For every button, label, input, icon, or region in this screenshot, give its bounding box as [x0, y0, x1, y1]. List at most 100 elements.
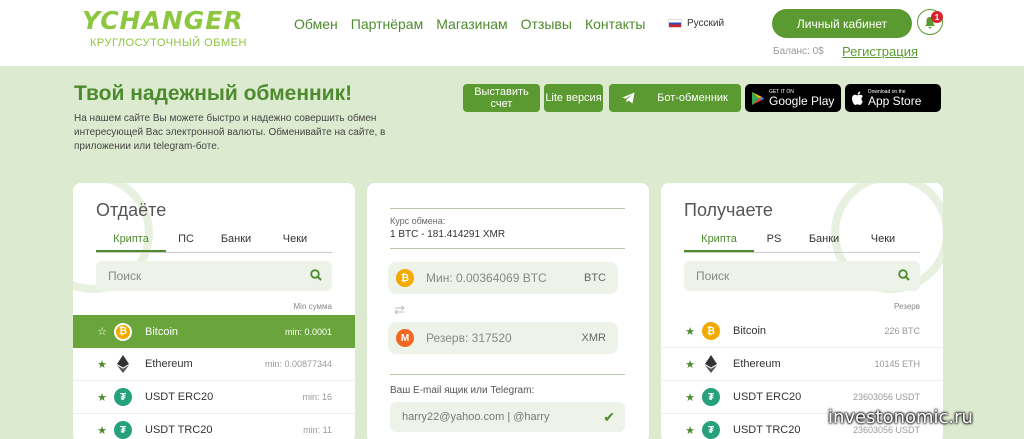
- coin-reserve: 226 BTC: [884, 326, 920, 336]
- language-selector[interactable]: Русский: [668, 18, 724, 29]
- get-amount-input[interactable]: M Резерв: 317520 XMR: [388, 322, 618, 354]
- coin-name: Ethereum: [733, 358, 781, 370]
- star-icon[interactable]: ★: [96, 424, 108, 437]
- balance-text: Баланс: 0$: [773, 46, 824, 57]
- ethereum-icon: [702, 355, 720, 373]
- give-column-head: Min сумма: [293, 302, 332, 311]
- coin-name: Bitcoin: [145, 325, 179, 338]
- swap-icon[interactable]: ⇄: [394, 302, 405, 318]
- give-tab-banks[interactable]: Банки: [206, 233, 266, 252]
- get-tab-banks[interactable]: Банки: [794, 233, 854, 252]
- lite-version-button[interactable]: Lite версия: [544, 84, 603, 112]
- give-title: Отдаёте: [96, 200, 167, 220]
- coin-min: min: 0.00877344: [264, 359, 332, 369]
- search-icon[interactable]: [898, 269, 910, 281]
- give-row-bitcoin[interactable]: ☆ ₿ Bitcoin min: 0.0001: [73, 315, 355, 348]
- give-tab-checks[interactable]: Чеки: [266, 233, 324, 252]
- bot-exchanger-label: Бот-обменник: [657, 92, 728, 104]
- personal-cabinet-button[interactable]: Личный кабинет: [772, 9, 912, 38]
- give-tabs: Крипта ПС Банки Чеки: [96, 233, 332, 253]
- app-store-big: App Store: [868, 93, 922, 108]
- ethereum-icon: [114, 355, 132, 373]
- get-tab-ps[interactable]: PS: [754, 233, 794, 252]
- nav-contacts[interactable]: Контакты: [585, 16, 645, 32]
- logo[interactable]: YCHANGER КРУГЛОСУТОЧНЫЙ ОБМЕН: [80, 6, 260, 52]
- get-row-bitcoin[interactable]: ★ ₿ Bitcoin 226 BTC: [661, 315, 943, 348]
- russia-flag-icon: [668, 19, 682, 28]
- get-tabs: Крипта PS Банки Чеки: [684, 233, 920, 253]
- give-tab-crypto[interactable]: Крипта: [96, 233, 166, 252]
- get-tab-crypto[interactable]: Крипта: [684, 233, 754, 252]
- google-play-button[interactable]: GET IT ON Google Play: [745, 84, 841, 112]
- monero-icon: M: [396, 329, 414, 347]
- get-currency: XMR: [581, 332, 606, 344]
- nav-shops[interactable]: Магазинам: [436, 16, 507, 32]
- rate-label: Курс обмена:: [390, 216, 446, 226]
- star-icon[interactable]: ★: [684, 391, 696, 404]
- nav-exchange[interactable]: Обмен: [294, 16, 338, 32]
- coin-name: USDT ERC20: [145, 391, 214, 403]
- apple-icon: [852, 91, 863, 105]
- divider: [390, 248, 625, 249]
- get-search-input[interactable]: Поиск: [684, 261, 920, 291]
- notification-badge: 1: [931, 11, 943, 23]
- app-store-button[interactable]: Download on the App Store: [845, 84, 941, 112]
- bot-exchanger-button[interactable]: Бот-обменник: [609, 84, 741, 112]
- coin-reserve: 23603056 USDT: [852, 392, 920, 402]
- coin-min: min: 0.0001: [284, 326, 332, 337]
- get-title: Получаете: [684, 200, 773, 220]
- star-icon[interactable]: ★: [684, 424, 696, 437]
- give-row-ethereum[interactable]: ★ Ethereum min: 0.00877344: [73, 348, 355, 381]
- give-search-placeholder: Поиск: [108, 269, 142, 283]
- search-icon[interactable]: [310, 269, 322, 281]
- get-search-placeholder: Поиск: [696, 269, 730, 283]
- give-search-input[interactable]: Поиск: [96, 261, 332, 291]
- nav-reviews[interactable]: Отзывы: [521, 16, 572, 32]
- email-input[interactable]: harry22@yahoo.com | @harry ✔: [390, 402, 625, 432]
- hero-description: На нашем сайте Вы можете быстро и надежн…: [74, 113, 386, 152]
- language-label: Русский: [687, 18, 725, 29]
- give-amount-text: Мин: 0.00364069 BTC: [426, 271, 547, 285]
- register-link[interactable]: Регистрация: [842, 44, 918, 59]
- coin-name: Bitcoin: [733, 325, 767, 337]
- give-currency: BTC: [584, 272, 606, 284]
- divider: [390, 208, 625, 209]
- coin-name: USDT TRC20: [145, 424, 213, 436]
- give-amount-input[interactable]: ₿ Мин: 0.00364069 BTC BTC: [388, 262, 618, 294]
- get-card: Получаете Крипта PS Банки Чеки Поиск Рез…: [661, 183, 943, 439]
- bitcoin-icon: ₿: [396, 269, 414, 287]
- get-tab-checks[interactable]: Чеки: [854, 233, 912, 252]
- star-icon[interactable]: ★: [96, 358, 108, 371]
- check-icon: ✔: [603, 409, 615, 425]
- star-icon[interactable]: ★: [684, 358, 696, 371]
- email-label: Ваш E-mail ящик или Telegram:: [390, 385, 535, 396]
- bitcoin-icon: ₿: [702, 322, 720, 340]
- give-row-usdt-erc20[interactable]: ★ ₮ USDT ERC20 min: 16: [73, 381, 355, 414]
- get-amount-text: Резерв: 317520: [426, 331, 512, 345]
- email-value: harry22@yahoo.com | @harry: [402, 411, 550, 423]
- logo-tagline: КРУГЛОСУТОЧНЫЙ ОБМЕН: [90, 37, 247, 49]
- coin-reserve: 10145 ETH: [874, 359, 920, 369]
- coin-min: min: 11: [303, 425, 332, 435]
- invoice-button[interactable]: Выставить счет: [463, 84, 540, 112]
- bitcoin-icon: ₿: [114, 322, 132, 341]
- hero-title: Твой надежный обменник!: [74, 82, 353, 105]
- divider: [390, 374, 625, 375]
- star-icon[interactable]: ☆: [96, 325, 108, 338]
- site-header: YCHANGER КРУГЛОСУТОЧНЫЙ ОБМЕН Обмен Парт…: [0, 0, 1024, 66]
- tether-icon: ₮: [114, 388, 132, 406]
- google-play-icon: [752, 91, 764, 105]
- coin-min: min: 16: [302, 392, 332, 402]
- tether-icon: ₮: [702, 421, 720, 439]
- get-row-ethereum[interactable]: ★ Ethereum 10145 ETH: [661, 348, 943, 381]
- give-row-usdt-trc20[interactable]: ★ ₮ USDT TRC20 min: 11: [73, 414, 355, 439]
- logo-name: YCHANGER: [82, 6, 244, 35]
- give-card: Отдаёте Крипта ПС Банки Чеки Поиск Min с…: [73, 183, 355, 439]
- telegram-icon: [622, 92, 635, 104]
- give-tab-ps[interactable]: ПС: [166, 233, 206, 252]
- nav-partners[interactable]: Партнёрам: [351, 16, 423, 32]
- tether-icon: ₮: [114, 421, 132, 439]
- star-icon[interactable]: ★: [96, 391, 108, 404]
- tether-icon: ₮: [702, 388, 720, 406]
- star-icon[interactable]: ★: [684, 325, 696, 338]
